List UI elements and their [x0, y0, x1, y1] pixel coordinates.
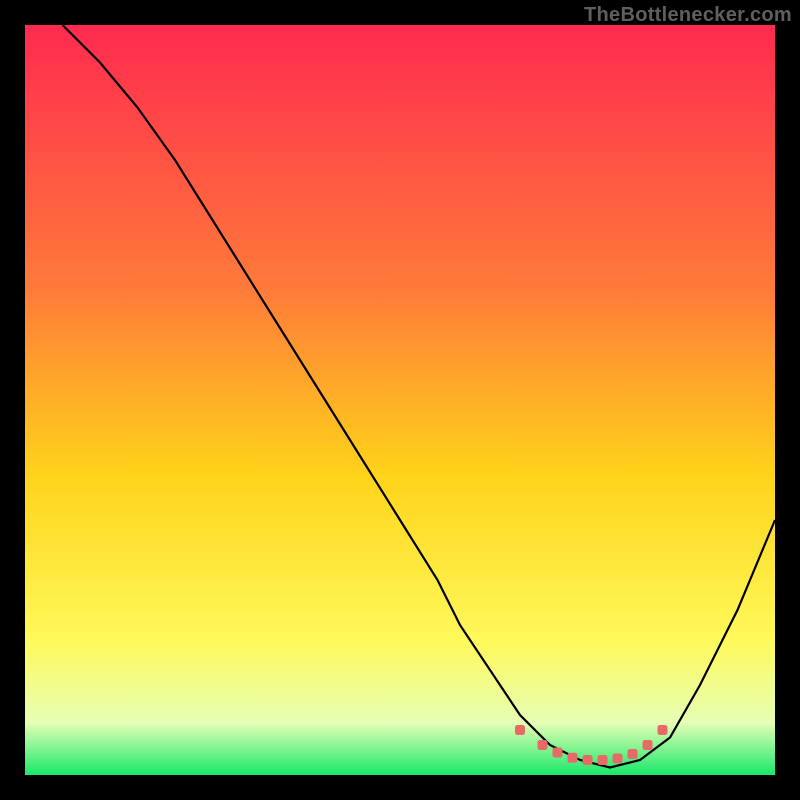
marker-point — [568, 753, 578, 763]
marker-point — [515, 725, 525, 735]
marker-point — [613, 754, 623, 764]
marker-point — [553, 748, 563, 758]
marker-point — [583, 755, 593, 765]
marker-point — [658, 725, 668, 735]
marker-point — [538, 740, 548, 750]
marker-point — [628, 749, 638, 759]
credit-text: TheBottlenecker.com — [584, 4, 792, 27]
bottleneck-chart — [0, 0, 800, 800]
plot-background — [25, 25, 775, 775]
marker-point — [643, 740, 653, 750]
marker-point — [598, 755, 608, 765]
chart-frame: TheBottlenecker.com — [0, 0, 800, 800]
